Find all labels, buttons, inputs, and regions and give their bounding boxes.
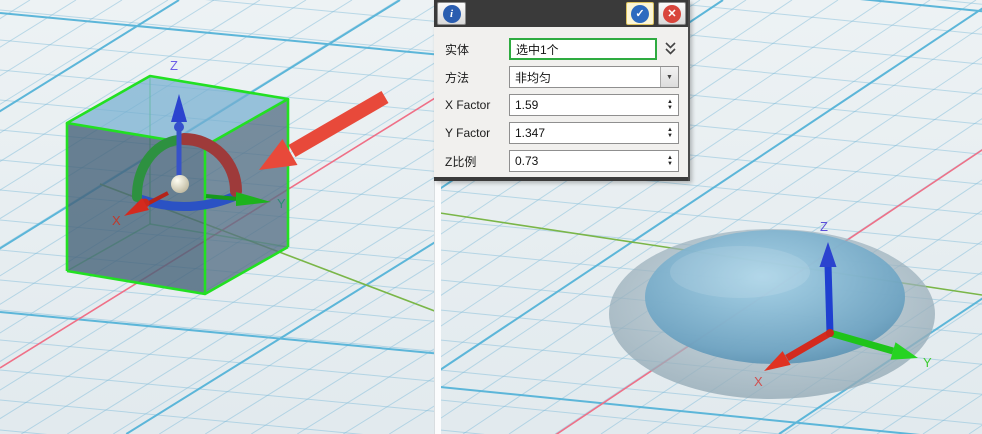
x-factor-input[interactable]: 1.59 ▲▼: [509, 94, 679, 116]
entity-row: 实体 选中1个: [434, 35, 688, 63]
method-value: 非均匀: [510, 69, 660, 86]
entity-field[interactable]: 选中1个: [509, 38, 657, 60]
z-scale-row: Z比例 0.73 ▲▼: [434, 147, 688, 175]
scaled-ellipsoid-body[interactable]: [609, 229, 935, 399]
dropdown-arrow-icon[interactable]: ▼: [660, 67, 678, 87]
info-icon: i: [443, 5, 461, 23]
scale-dialog: i ✓ ✕ 实体 选中1个: [434, 0, 690, 181]
y-factor-stepper[interactable]: ▲▼: [662, 123, 678, 143]
z-scale-input[interactable]: 0.73 ▲▼: [509, 150, 679, 172]
double-chevron-down-icon: [664, 42, 677, 56]
x-factor-stepper[interactable]: ▲▼: [662, 95, 678, 115]
x-factor-label: X Factor: [445, 98, 509, 112]
axis-label-x: X: [754, 374, 763, 389]
dialog-body: 实体 选中1个 方法 非均匀 ▼ X Fac: [434, 27, 688, 175]
method-label: 方法: [445, 69, 509, 86]
stepper-down-icon[interactable]: ▼: [667, 133, 673, 139]
ellipsoid-highlight: [670, 246, 810, 298]
x-factor-value: 1.59: [510, 98, 662, 112]
z-scale-label: Z比例: [445, 153, 509, 170]
stepper-down-icon[interactable]: ▼: [667, 161, 673, 167]
axis-label-z: Z: [170, 58, 178, 73]
method-dropdown[interactable]: 非均匀 ▼: [509, 66, 679, 88]
close-icon: ✕: [663, 5, 681, 23]
dialog-header[interactable]: i ✓ ✕: [434, 0, 688, 27]
axis-label-y: Y: [923, 355, 932, 370]
y-factor-input[interactable]: 1.347 ▲▼: [509, 122, 679, 144]
dialog-bottom-bar: [434, 177, 688, 181]
x-factor-row: X Factor 1.59 ▲▼: [434, 91, 688, 119]
gizmo-center-sphere[interactable]: [171, 175, 189, 193]
entity-value: 选中1个: [511, 41, 655, 58]
y-factor-label: Y Factor: [445, 126, 509, 140]
z-scale-value: 0.73: [510, 154, 662, 168]
expand-selection-button[interactable]: [662, 39, 678, 59]
check-icon: ✓: [631, 5, 649, 23]
axis-label-y: Y: [277, 196, 286, 211]
entity-label: 实体: [445, 41, 509, 58]
stepper-down-icon[interactable]: ▼: [667, 105, 673, 111]
method-row: 方法 非均匀 ▼: [434, 63, 688, 91]
axis-label-z: Z: [820, 219, 828, 234]
axis-label-x: X: [112, 213, 121, 228]
triad-z-shaft: [828, 265, 830, 333]
viewport-before-scale[interactable]: Z X Y: [0, 0, 434, 434]
y-factor-row: Y Factor 1.347 ▲▼: [434, 119, 688, 147]
z-scale-stepper[interactable]: ▲▼: [662, 151, 678, 171]
info-button[interactable]: i: [437, 2, 466, 25]
ok-button[interactable]: ✓: [626, 2, 654, 25]
triad-origin: [826, 329, 834, 337]
y-factor-value: 1.347: [510, 126, 662, 140]
cad-application-window: Z X Y: [0, 0, 982, 434]
cancel-button[interactable]: ✕: [658, 2, 686, 25]
